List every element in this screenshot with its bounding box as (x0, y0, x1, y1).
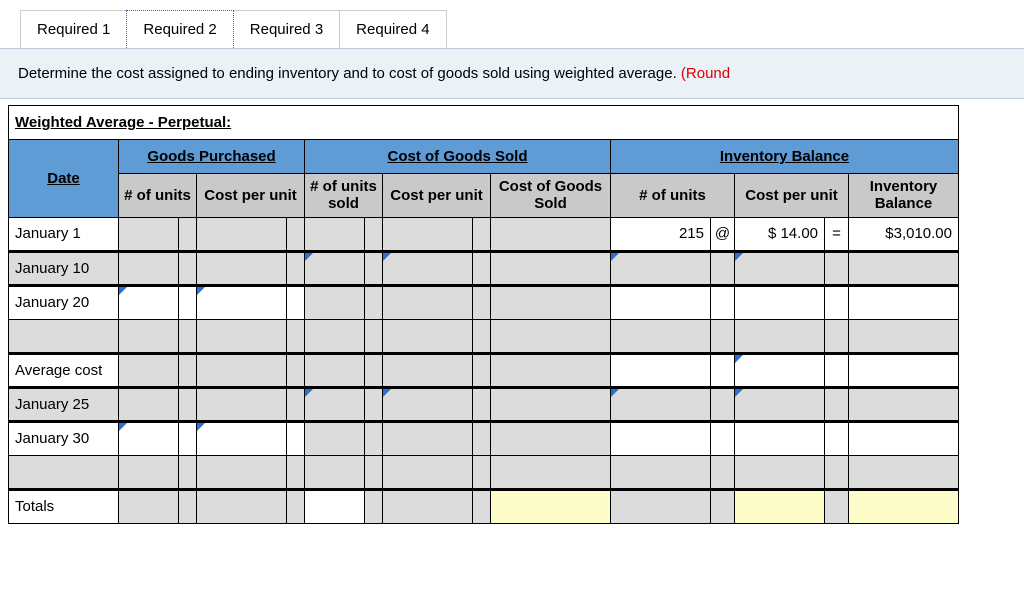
tabs-bar: Required 1 Required 2 Required 3 Require… (0, 0, 1024, 48)
table-row: January 30 (9, 421, 959, 455)
table-row: January 20 (9, 285, 959, 319)
total-cpu[interactable] (735, 489, 825, 523)
col-header-units3: # of units (611, 174, 735, 218)
row-date: January 10 (9, 251, 119, 285)
table-row: January 10 (9, 251, 959, 285)
instruction-text: Determine the cost assigned to ending in… (18, 65, 681, 82)
row-date: Totals (9, 489, 119, 523)
table-row-totals: Totals (9, 489, 959, 523)
input-cell[interactable] (119, 421, 179, 455)
cell-inv-units[interactable]: 215 (611, 217, 711, 251)
table-row (9, 319, 959, 353)
tab-required-2[interactable]: Required 2 (126, 10, 233, 48)
table-row: January 1 215 @ $ 14.00 = $3,010.00 (9, 217, 959, 251)
row-date: January 20 (9, 285, 119, 319)
input-cell[interactable] (197, 285, 287, 319)
instruction-suffix: (Round (681, 65, 730, 82)
table-title: Weighted Average - Perpetual: (9, 106, 959, 140)
col-header-cpu2: Cost per unit (383, 174, 491, 218)
total-cogs[interactable] (491, 489, 611, 523)
input-cell[interactable] (735, 251, 825, 285)
table-row: January 25 (9, 387, 959, 421)
cell-eq-symbol: = (825, 217, 849, 251)
row-date: January 30 (9, 421, 119, 455)
section-cogs: Cost of Goods Sold (305, 140, 611, 174)
input-cell[interactable] (611, 251, 711, 285)
cell-at-symbol: @ (711, 217, 735, 251)
col-header-cpu1: Cost per unit (197, 174, 305, 218)
input-cell[interactable] (197, 421, 287, 455)
section-goods-purchased: Goods Purchased (119, 140, 305, 174)
col-header-date: Date (9, 140, 119, 218)
table-row: Average cost (9, 353, 959, 387)
input-cell[interactable] (383, 251, 473, 285)
input-cell[interactable] (735, 387, 825, 421)
input-cell[interactable] (305, 251, 365, 285)
tab-required-4[interactable]: Required 4 (339, 10, 446, 48)
input-cell[interactable] (383, 387, 473, 421)
col-header-units1: # of units (119, 174, 197, 218)
instruction-bar: Determine the cost assigned to ending in… (0, 48, 1024, 99)
cell-inv-balance[interactable]: $3,010.00 (849, 217, 959, 251)
col-header-cogs: Cost of Goods Sold (491, 174, 611, 218)
row-date: Average cost (9, 353, 119, 387)
row-date: January 1 (9, 217, 119, 251)
input-cell[interactable] (305, 387, 365, 421)
worksheet-table: Weighted Average - Perpetual: Date Goods… (8, 105, 1024, 524)
col-header-balance: Inventory Balance (849, 174, 959, 218)
table-row (9, 455, 959, 489)
input-cell[interactable] (611, 387, 711, 421)
input-cell[interactable] (735, 353, 825, 387)
tab-required-1[interactable]: Required 1 (20, 10, 127, 48)
col-header-cpu3: Cost per unit (735, 174, 849, 218)
section-inventory: Inventory Balance (611, 140, 959, 174)
cell-inv-cpu[interactable]: $ 14.00 (735, 217, 825, 251)
total-balance[interactable] (849, 489, 959, 523)
tab-required-3[interactable]: Required 3 (233, 10, 340, 48)
col-header-units-sold: # of units sold (305, 174, 383, 218)
input-cell[interactable] (119, 285, 179, 319)
row-date: January 25 (9, 387, 119, 421)
